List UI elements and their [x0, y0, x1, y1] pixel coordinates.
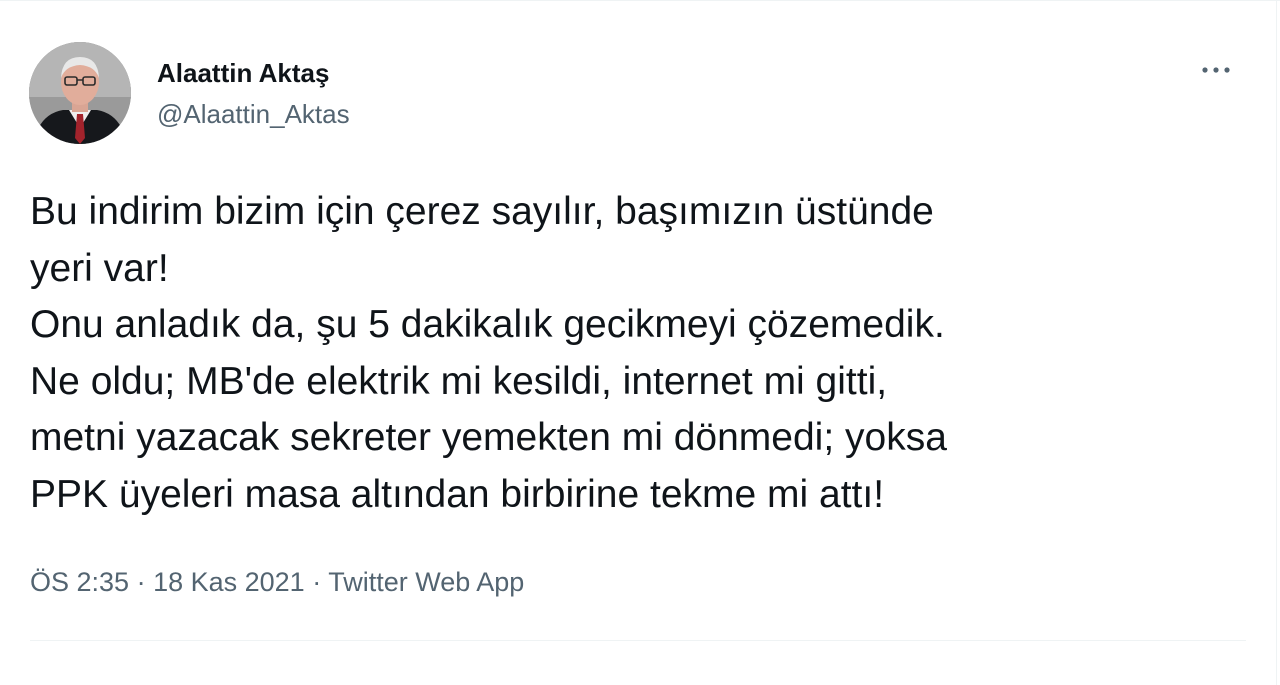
tweet-text: Bu indirim bizim için çerez sayılır, baş… [30, 190, 947, 516]
tweet-time[interactable]: ÖS 2:35 [30, 567, 129, 597]
more-options-button[interactable] [1196, 55, 1236, 85]
avatar[interactable] [29, 42, 131, 144]
tweet-date[interactable]: 18 Kas 2021 [153, 567, 305, 597]
card-border [1276, 1, 1277, 685]
author-handle[interactable]: @Alaattin_Aktas [157, 99, 350, 130]
meta-separator: · [304, 567, 329, 597]
tweet-metadata: ÖS 2:35 · 18 Kas 2021 · Twitter Web App [30, 567, 524, 598]
tweet-card: Alaattin Aktaş @Alaattin_Aktas Bu indiri… [0, 0, 1280, 685]
more-horizontal-icon [1202, 67, 1230, 73]
divider [30, 640, 1246, 641]
tweet-source-link[interactable]: Twitter Web App [328, 567, 524, 597]
avatar-photo [29, 42, 131, 144]
author-display-name[interactable]: Alaattin Aktaş [157, 58, 329, 89]
meta-separator: · [129, 567, 154, 597]
